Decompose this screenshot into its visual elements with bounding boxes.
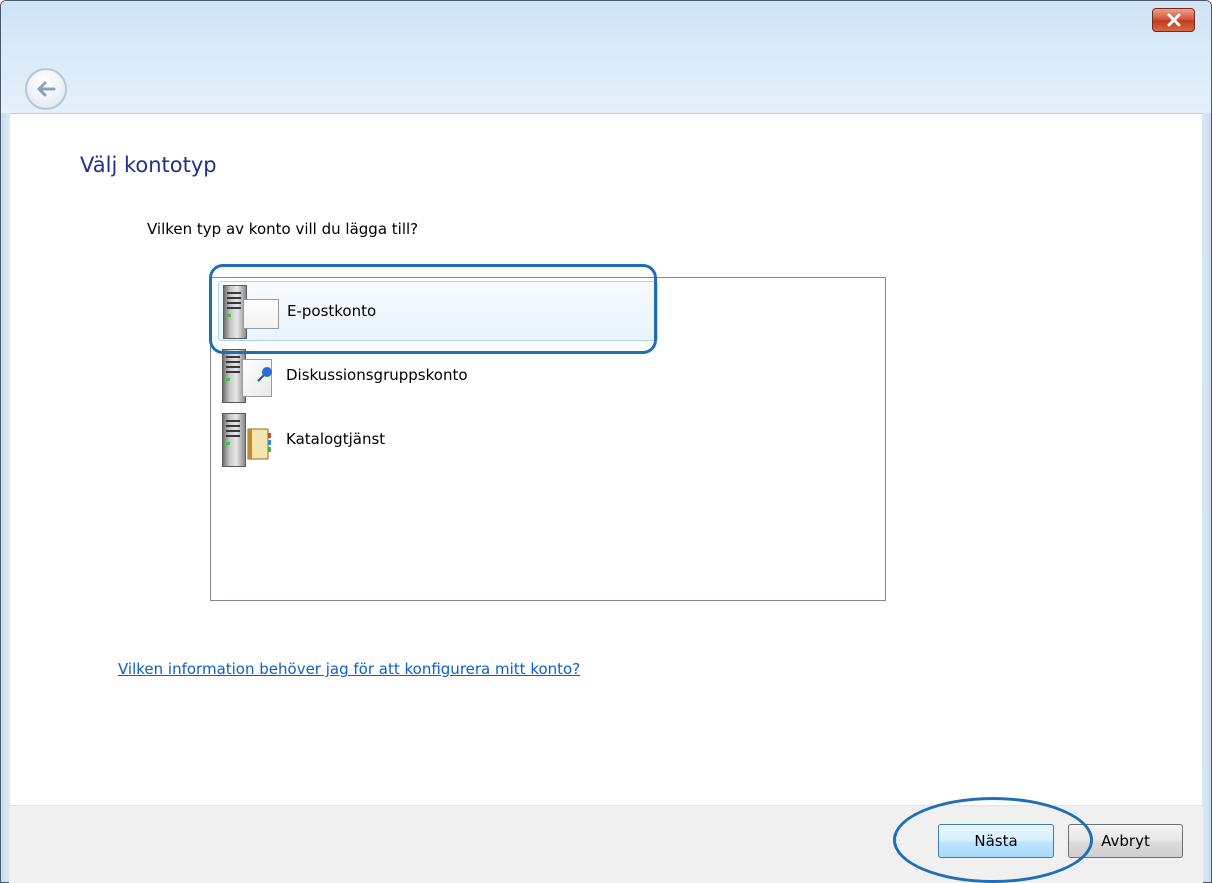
next-button[interactable]: Nästa: [938, 824, 1054, 858]
list-item-email-account[interactable]: E-postkonto: [218, 281, 658, 341]
cancel-button[interactable]: Avbryt: [1068, 824, 1183, 858]
list-item-directory-service[interactable]: Katalogtjänst: [218, 409, 658, 469]
window-frame-left: [1, 113, 10, 882]
account-type-question: Vilken typ av konto vill du lägga till?: [147, 220, 419, 238]
list-item-newsgroup-account[interactable]: Diskussionsgruppskonto: [218, 345, 658, 405]
list-item-label: Diskussionsgruppskonto: [286, 366, 468, 384]
back-arrow-icon: [37, 81, 56, 97]
window-frame-right: [1202, 113, 1211, 882]
email-server-icon: [219, 283, 279, 339]
help-link[interactable]: Vilken information behöver jag för att k…: [118, 660, 580, 678]
list-item-label: Katalogtjänst: [286, 430, 386, 448]
directory-server-icon: [218, 411, 278, 467]
address-book-icon: [247, 428, 271, 460]
back-button[interactable]: [25, 68, 67, 110]
list-item-label: E-postkonto: [287, 302, 377, 320]
close-icon: [1167, 13, 1180, 27]
newsgroup-server-icon: [218, 347, 278, 403]
title-bar: [1, 1, 1211, 114]
pushpin-icon: [257, 367, 272, 382]
page-title: Välj kontotyp: [80, 153, 217, 177]
close-button[interactable]: [1152, 8, 1195, 32]
account-type-list[interactable]: E-postkonto Diskussionsgruppskonto Katal…: [210, 277, 886, 601]
